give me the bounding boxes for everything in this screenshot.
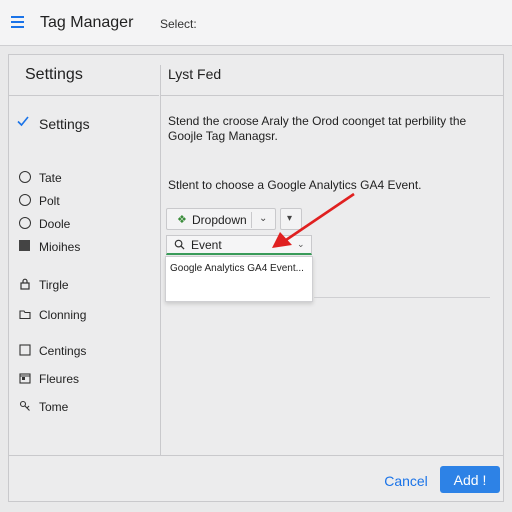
cancel-button[interactable]: Cancel [378, 470, 434, 492]
sidebar-item-fleures[interactable]: Fleures [17, 370, 157, 388]
radio-icon [19, 217, 31, 229]
lock-icon [20, 278, 30, 290]
sidebar-item-settings[interactable]: Settings [15, 113, 155, 135]
add-button[interactable]: Add ! [440, 466, 500, 493]
tag-icon: ❖ [177, 214, 187, 226]
sidebar-item-tate[interactable]: Tate [17, 169, 157, 187]
sidebar-divider [160, 65, 161, 455]
checkbox-icon [19, 344, 31, 356]
content-title: Lyst Fed [168, 66, 222, 82]
dropdown-separator [251, 212, 252, 228]
app-title: Tag Manager [40, 14, 134, 31]
radio-icon [19, 194, 31, 206]
sidebar-heading: Settings [25, 66, 83, 83]
dropdown-button[interactable]: ❖ Dropdown ⌄ [166, 208, 276, 230]
sidebar-item-label: Mioihes [39, 240, 81, 254]
sidebar-item-label: Polt [39, 194, 60, 208]
sidebar-item-label: Tate [39, 171, 62, 185]
sidebar-item-label: Tirgle [39, 278, 69, 292]
top-bar: Tag Manager Select: [0, 0, 512, 46]
search-icon [174, 239, 185, 250]
radio-icon [19, 171, 31, 183]
sidebar-item-label: Tome [39, 400, 69, 414]
sidebar-item-doole[interactable]: Doole [17, 215, 157, 233]
dropdown-label: Dropdown [192, 213, 247, 227]
calendar-icon [19, 373, 31, 384]
folder-icon [19, 310, 31, 320]
sidebar-item-tirgle[interactable]: Tirgle [17, 276, 157, 294]
description-text: Stend the croose Araly the Orod coonget … [168, 114, 467, 143]
sidebar-item-label: Centings [39, 344, 87, 358]
check-icon [17, 116, 29, 127]
content-divider [314, 297, 490, 298]
footer-divider [8, 455, 504, 456]
sidebar-item-label: Clonning [39, 308, 87, 322]
link-icon [19, 400, 30, 411]
sidebar-item-mioihes[interactable]: Mioihes [17, 238, 157, 256]
annotation-arrow [272, 192, 355, 248]
sidebar-header: Settings [9, 55, 159, 96]
content-divider [160, 95, 504, 96]
menu-icon[interactable] [11, 16, 24, 28]
sidebar-item-polt[interactable]: Polt [17, 192, 157, 210]
sidebar-item-label: Doole [39, 217, 71, 231]
sidebar-item-label: Fleures [39, 372, 80, 386]
sidebar-item-centings[interactable]: Centings [17, 342, 157, 360]
sidebar-item-label: Settings [39, 116, 90, 132]
suggestion-dropdown: Google Analytics GA4 Event... [165, 256, 313, 302]
select-label: Select: [160, 17, 197, 31]
sidebar-item-tome[interactable]: Tome [17, 398, 157, 416]
square-icon [19, 240, 30, 251]
sidebar-item-clonning[interactable]: Clonning [17, 306, 157, 324]
chevron-down-icon: ⌄ [259, 213, 268, 224]
suggestion-item[interactable]: Google Analytics GA4 Event... [170, 263, 304, 274]
